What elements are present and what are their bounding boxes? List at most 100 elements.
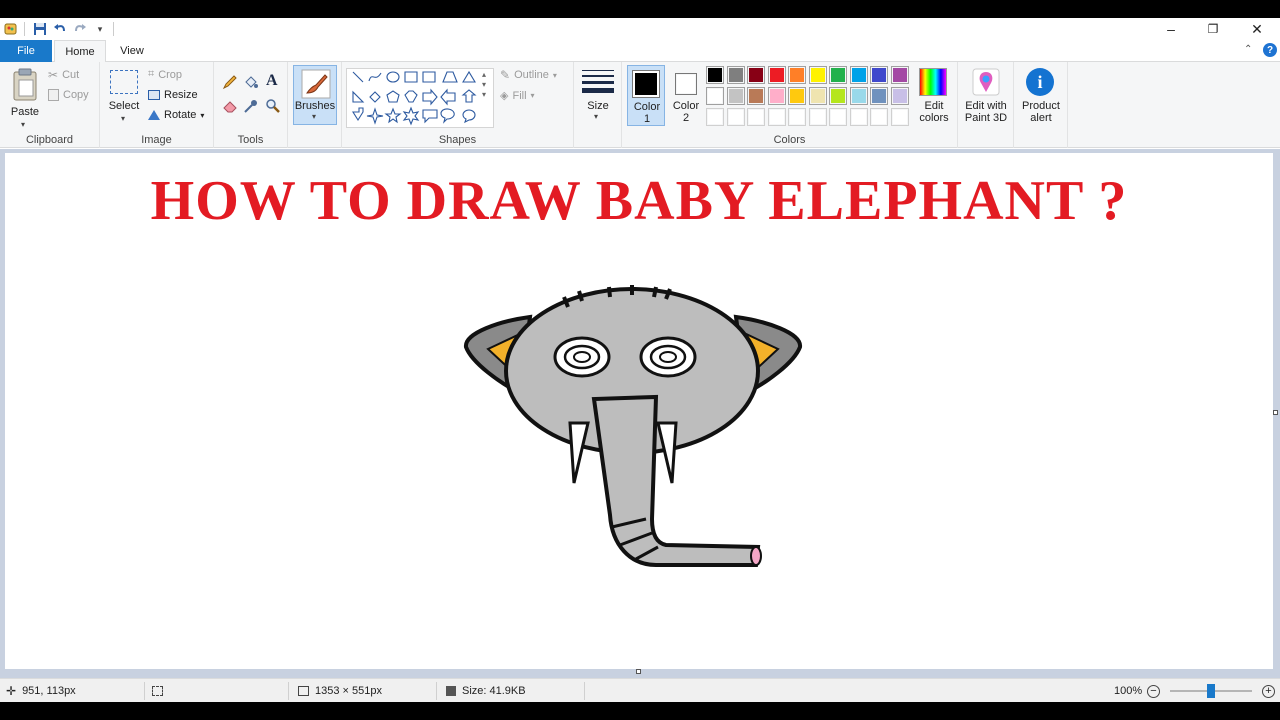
shape-option-icon[interactable] [386, 90, 400, 103]
fill-button[interactable]: ◈ Fill ▾ [500, 89, 535, 103]
drawing-canvas[interactable]: HOW TO DRAW BABY ELEPHANT ? [5, 153, 1273, 669]
palette-swatch[interactable] [808, 87, 827, 105]
shape-option-icon[interactable] [384, 107, 402, 124]
product-alert-button[interactable]: i Product alert [1016, 65, 1066, 126]
palette-swatch[interactable] [706, 66, 724, 84]
edit-colors-button[interactable]: Edit colors [914, 65, 954, 126]
customize-dropdown-icon[interactable]: ▾ [91, 20, 109, 38]
palette-swatch[interactable] [788, 66, 806, 84]
crop-button[interactable]: ⌗ Crop [148, 68, 182, 81]
palette-swatch[interactable] [808, 66, 827, 84]
shape-option-icon[interactable] [442, 71, 458, 83]
zoom-out-button[interactable]: − [1147, 679, 1160, 703]
shape-option-icon[interactable] [422, 109, 438, 124]
palette-swatch[interactable] [767, 87, 786, 105]
cut-button[interactable]: ✂ Cut [48, 68, 79, 82]
shape-option-icon[interactable] [422, 71, 436, 83]
palette-swatch[interactable] [890, 87, 909, 105]
palette-swatch-empty[interactable] [870, 108, 888, 126]
shapes-scroll[interactable]: ▴ ▾ ▾ [482, 70, 486, 100]
shape-option-icon[interactable] [352, 90, 365, 103]
shape-option-icon[interactable] [440, 108, 455, 124]
shape-icons[interactable] [347, 69, 495, 129]
fill-bucket-icon[interactable] [243, 74, 259, 95]
palette-swatch[interactable] [747, 87, 765, 105]
eraser-icon[interactable] [222, 98, 238, 119]
shape-option-icon[interactable] [404, 71, 418, 83]
tab-file[interactable]: File [0, 40, 52, 62]
shape-option-icon[interactable] [462, 109, 476, 124]
text-tool-icon[interactable]: A [266, 72, 278, 90]
palette-swatch[interactable] [788, 87, 806, 105]
size-button[interactable]: Size ▾ [580, 66, 616, 126]
color2-button[interactable]: Color 2 [669, 65, 703, 126]
shape-option-icon[interactable] [402, 106, 420, 126]
paste-dropdown-icon[interactable]: ▾ [21, 120, 25, 129]
palette-swatch[interactable] [726, 66, 745, 84]
help-icon[interactable]: ? [1263, 43, 1277, 57]
resize-handle-bottom[interactable] [636, 669, 641, 674]
palette-swatch[interactable] [849, 87, 868, 105]
palette-swatch[interactable] [726, 87, 745, 105]
shape-option-icon[interactable] [369, 91, 381, 103]
palette-swatch[interactable] [890, 66, 909, 84]
tab-home[interactable]: Home [54, 40, 106, 63]
pencil-icon[interactable] [222, 74, 238, 95]
close-button[interactable]: ✕ [1236, 18, 1278, 40]
palette-swatch-empty[interactable] [829, 108, 847, 126]
shape-option-icon[interactable] [422, 88, 438, 106]
shape-option-icon[interactable] [440, 88, 456, 106]
palette-swatch[interactable] [829, 87, 847, 105]
brushes-button[interactable]: Brushes ▾ [293, 65, 337, 125]
zoom-slider-track[interactable] [1170, 684, 1252, 698]
status-divider [288, 682, 289, 700]
palette-swatch-empty[interactable] [706, 108, 724, 126]
palette-swatch-empty[interactable] [890, 108, 909, 126]
palette-swatch-empty[interactable] [726, 108, 745, 126]
copy-button[interactable]: Copy [48, 89, 89, 101]
outline-button[interactable]: ✎ Outline ▾ [500, 68, 557, 82]
resize-button[interactable]: Resize [148, 89, 198, 101]
color1-label-line2: 1 [643, 113, 651, 125]
palette-swatch[interactable] [747, 66, 765, 84]
undo-icon[interactable] [51, 20, 69, 38]
shape-option-icon[interactable] [462, 70, 476, 83]
redo-icon[interactable] [71, 20, 89, 38]
restore-button[interactable]: ❐ [1192, 18, 1234, 40]
shape-option-icon[interactable] [386, 71, 400, 83]
tab-view[interactable]: View [110, 40, 154, 62]
shape-option-icon[interactable] [404, 90, 418, 103]
shape-option-icon[interactable] [366, 107, 384, 125]
palette-swatch[interactable] [829, 66, 847, 84]
palette-swatch-empty[interactable] [767, 108, 786, 126]
zoom-in-button[interactable]: + [1262, 679, 1275, 703]
palette-swatch[interactable] [767, 66, 786, 84]
shape-option-icon[interactable] [352, 107, 364, 122]
edit-with-paint3d-button[interactable]: Edit with Paint 3D [960, 65, 1012, 126]
paint-app-icon[interactable] [2, 20, 20, 38]
shape-option-icon[interactable] [461, 89, 477, 103]
select-dropdown-icon[interactable]: ▾ [121, 114, 125, 123]
color-picker-icon[interactable] [243, 98, 259, 119]
save-icon[interactable] [31, 20, 49, 38]
magnifier-icon[interactable] [265, 98, 281, 119]
palette-swatch-empty[interactable] [788, 108, 806, 126]
palette-swatch[interactable] [849, 66, 868, 84]
color1-button[interactable]: Color 1 [627, 65, 665, 126]
palette-swatch-empty[interactable] [849, 108, 868, 126]
select-button[interactable]: Select ▾ [108, 68, 140, 128]
palette-swatch[interactable] [870, 66, 888, 84]
palette-swatch-empty[interactable] [808, 108, 827, 126]
collapse-ribbon-icon[interactable]: ⌃ [1244, 44, 1252, 55]
palette-swatch[interactable] [870, 87, 888, 105]
rotate-button[interactable]: Rotate ▾ [148, 109, 204, 121]
minimize-button[interactable]: – [1150, 18, 1192, 40]
shape-option-icon[interactable] [368, 72, 382, 82]
shapes-group-label: Shapes [438, 134, 477, 146]
palette-swatch[interactable] [706, 87, 724, 105]
zoom-slider-thumb[interactable] [1207, 684, 1215, 698]
resize-handle-right[interactable] [1273, 410, 1278, 415]
palette-swatch-empty[interactable] [747, 108, 765, 126]
shape-option-icon[interactable] [352, 71, 364, 83]
paste-button[interactable]: Paste ▾ [10, 68, 40, 129]
